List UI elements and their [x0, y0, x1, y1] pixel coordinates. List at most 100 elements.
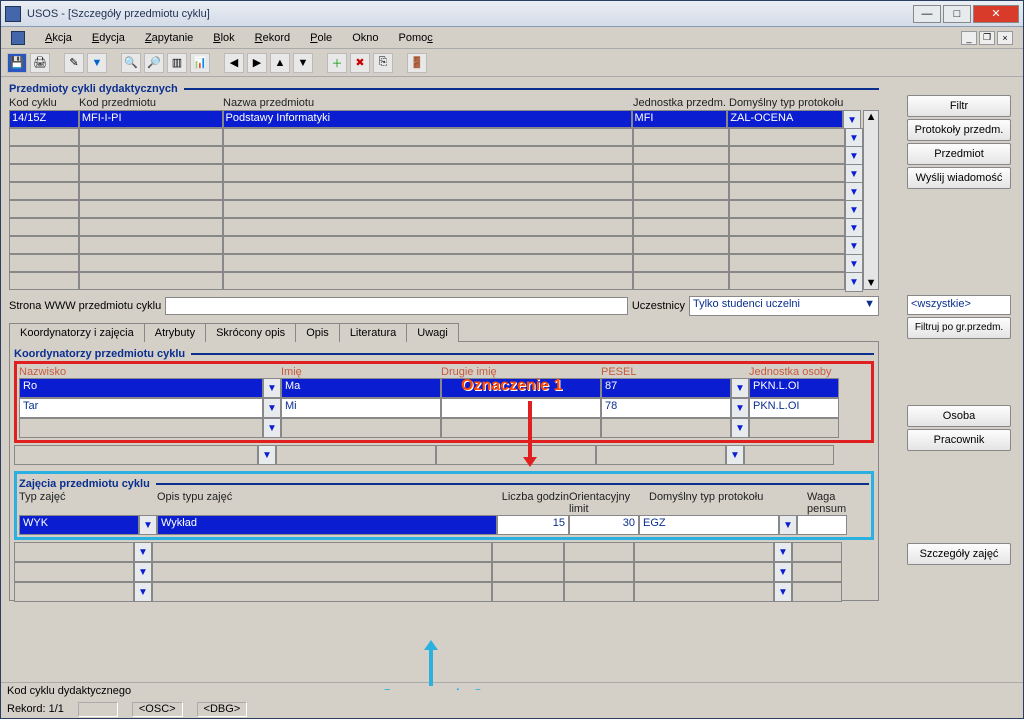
tab-koordynatorzy[interactable]: Koordynatorzy i zajęcia	[9, 323, 145, 342]
tab-uwagi[interactable]: Uwagi	[406, 323, 459, 342]
tab-literatura[interactable]: Literatura	[339, 323, 407, 342]
section-przedmioty-label: Przedmioty cykli dydaktycznych	[9, 83, 178, 95]
menu-pomoc[interactable]: Pomoc	[398, 32, 432, 44]
mdi-restore[interactable]: ❐	[979, 31, 995, 45]
menu-rekord[interactable]: Rekord	[255, 32, 290, 44]
zcell-waga[interactable]	[797, 515, 847, 535]
cell-kodprzedm[interactable]: MFI-I-PI	[79, 110, 223, 128]
menu-zapytanie[interactable]: Zapytanie	[145, 32, 193, 44]
drop-icon[interactable]: ▼	[731, 378, 749, 398]
wyslij-button[interactable]: Wyślij wiadomość	[907, 167, 1011, 189]
drop-icon[interactable]: ▼	[779, 515, 797, 535]
przedmioty-grid[interactable]: 14/15Z MFI-I-PI Podstawy Informatyki MFI…	[9, 110, 879, 290]
mdi-minimize[interactable]: _	[961, 31, 977, 45]
toolbar-down-icon[interactable]: ▼	[87, 53, 107, 73]
pracownik-button[interactable]: Pracownik	[907, 429, 1011, 451]
drop-icon[interactable]: ▼	[774, 542, 792, 562]
filtr-button[interactable]: Filtr	[907, 95, 1011, 117]
toolbar-delete-icon[interactable]: ✖	[350, 53, 370, 73]
toolbar-find-icon[interactable]: 🔎	[144, 53, 164, 73]
toolbar-prev-icon[interactable]: ◀	[224, 53, 244, 73]
menu-okno[interactable]: Okno	[352, 32, 378, 44]
cell-domyslny[interactable]: ZAL-OCENA	[727, 110, 843, 128]
kcell-jedn[interactable]: PKN.L.OI	[749, 398, 839, 418]
drop-icon[interactable]: ▼	[258, 445, 276, 465]
drop-icon[interactable]: ▼	[726, 445, 744, 465]
minimize-button[interactable]: —	[913, 5, 941, 23]
menu-blok[interactable]: Blok	[213, 32, 234, 44]
kcell-imie[interactable]: Mi	[281, 398, 441, 418]
wszystkie-combo[interactable]: <wszystkie>	[907, 295, 1011, 315]
strona-input[interactable]	[165, 297, 628, 315]
drop-icon[interactable]: ▼	[263, 418, 281, 438]
osoba-button[interactable]: Osoba	[907, 405, 1011, 427]
zcell-godz[interactable]: 15	[497, 515, 569, 535]
cell-jednostka[interactable]: MFI	[632, 110, 728, 128]
kcell-jedn[interactable]: PKN.L.OI	[749, 378, 839, 398]
drop-icon[interactable]: ▼	[134, 542, 152, 562]
cell-nazwa[interactable]: Podstawy Informatyki	[223, 110, 632, 128]
drop-icon[interactable]: ▼	[845, 146, 863, 166]
filtruj-button[interactable]: Filtruj po gr.przedm.	[907, 317, 1011, 339]
toolbar-print-icon[interactable]: 🖨	[30, 53, 50, 73]
drop-icon[interactable]: ▼	[263, 398, 281, 418]
kcell-drugie[interactable]	[441, 398, 601, 418]
drop-icon[interactable]: ▼	[845, 218, 863, 238]
kcell-pesel[interactable]: 78	[601, 398, 731, 418]
zcell-prot[interactable]: EGZ	[639, 515, 779, 535]
drop-icon[interactable]: ▼	[845, 254, 863, 274]
drop-icon[interactable]: ▼	[263, 378, 281, 398]
toolbar-exit-icon[interactable]: 🚪	[407, 53, 427, 73]
drop-icon[interactable]: ▼	[845, 200, 863, 220]
drop-icon[interactable]: ▼	[731, 418, 749, 438]
drop-icon[interactable]: ▼	[774, 562, 792, 582]
drop-icon[interactable]: ▼	[845, 128, 863, 148]
toolbar-save-icon[interactable]: 💾	[7, 53, 27, 73]
maximize-button[interactable]: □	[943, 5, 971, 23]
przedmiot-button[interactable]: Przedmiot	[907, 143, 1011, 165]
drop-icon[interactable]: ▼	[774, 582, 792, 602]
toolbar-bars-icon[interactable]: ▥	[167, 53, 187, 73]
tab-opis[interactable]: Opis	[295, 323, 340, 342]
zcell-limit[interactable]: 30	[569, 515, 639, 535]
zcell-typ[interactable]: WYK	[19, 515, 139, 535]
drop-icon[interactable]: ▼	[845, 236, 863, 256]
toolbar-dup-icon[interactable]: ⎘	[373, 53, 393, 73]
mdi-close[interactable]: ×	[997, 31, 1013, 45]
zcell-opis[interactable]: Wykład	[157, 515, 497, 535]
kcell-imie[interactable]: Ma	[281, 378, 441, 398]
cell-drop-icon[interactable]: ▼	[843, 110, 861, 130]
toolbar-up-icon[interactable]: ▲	[270, 53, 290, 73]
toolbar-down2-icon[interactable]: ▼	[293, 53, 313, 73]
drop-icon[interactable]: ▼	[845, 272, 863, 292]
koord-title: Koordynatorzy przedmiotu cyklu	[14, 348, 185, 360]
protokoly-button[interactable]: Protokoły przedm.	[907, 119, 1011, 141]
kcell-nazwisko[interactable]: Tar	[19, 398, 263, 418]
close-button[interactable]: ✕	[973, 5, 1019, 23]
zajecia-box: Zajęcia przedmiotu cyklu Typ zajęć Opis …	[14, 471, 874, 540]
kcell-pesel[interactable]: 87	[601, 378, 731, 398]
menubar: AAkcjakcja Edycja Zapytanie Blok Rekord …	[1, 27, 1023, 49]
menu-edycja[interactable]: Edycja	[92, 32, 125, 44]
tab-skrocony[interactable]: Skrócony opis	[205, 323, 296, 342]
drop-icon[interactable]: ▼	[845, 182, 863, 202]
drop-icon[interactable]: ▼	[139, 515, 157, 535]
szczegoly-button[interactable]: Szczegóły zajęć	[907, 543, 1011, 565]
toolbar-search-icon[interactable]: 🔍	[121, 53, 141, 73]
toolbar-add-icon[interactable]: ＋	[327, 53, 347, 73]
toolbar-chart-icon[interactable]: 📊	[190, 53, 210, 73]
uczestnicy-select[interactable]: Tylko studenci uczelni ▼	[689, 296, 879, 316]
drop-icon[interactable]: ▼	[134, 562, 152, 582]
drop-icon[interactable]: ▼	[731, 398, 749, 418]
cell-kodcyklu[interactable]: 14/15Z	[9, 110, 79, 128]
toolbar-edit-icon[interactable]: ✎	[64, 53, 84, 73]
arrow-1	[528, 401, 532, 459]
kcell-nazwisko[interactable]: Ro	[19, 378, 263, 398]
khdr-jedn: Jednostka osoby	[749, 366, 849, 378]
toolbar-next-icon[interactable]: ▶	[247, 53, 267, 73]
menu-pole[interactable]: Pole	[310, 32, 332, 44]
drop-icon[interactable]: ▼	[134, 582, 152, 602]
drop-icon[interactable]: ▼	[845, 164, 863, 184]
tab-atrybuty[interactable]: Atrybuty	[144, 323, 206, 342]
menu-akcja[interactable]: AAkcjakcja	[45, 32, 72, 44]
